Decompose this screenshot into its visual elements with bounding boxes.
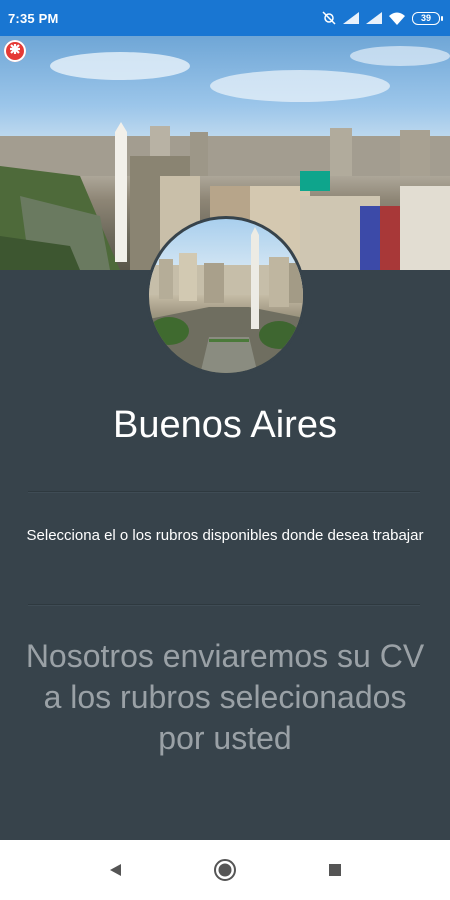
close-icon xyxy=(9,42,21,60)
signal-icon xyxy=(343,12,359,24)
status-icons: 39 xyxy=(322,11,443,25)
city-avatar-image xyxy=(146,216,306,376)
battery-icon: 39 xyxy=(412,11,443,25)
divider xyxy=(28,491,420,492)
close-button[interactable] xyxy=(4,40,26,62)
mute-icon xyxy=(322,11,336,25)
city-title: Buenos Aires xyxy=(113,404,337,446)
info-message: Nosotros enviaremos su CV a los rubros s… xyxy=(25,638,425,756)
battery-level: 39 xyxy=(420,13,431,23)
signal-icon xyxy=(366,12,382,24)
instruction-text: Selecciona el o los rubros disponibles d… xyxy=(26,527,424,544)
recents-square-icon[interactable] xyxy=(315,850,355,890)
system-nav-bar xyxy=(0,840,450,900)
status-time: 7:35 PM xyxy=(8,10,59,26)
divider xyxy=(28,604,420,605)
home-circle-icon[interactable] xyxy=(205,850,245,890)
back-triangle-icon[interactable] xyxy=(95,850,135,890)
city-avatar-illustration xyxy=(149,227,303,373)
wifi-icon xyxy=(389,12,405,25)
status-bar: 7:35 PM 39 xyxy=(0,0,450,36)
